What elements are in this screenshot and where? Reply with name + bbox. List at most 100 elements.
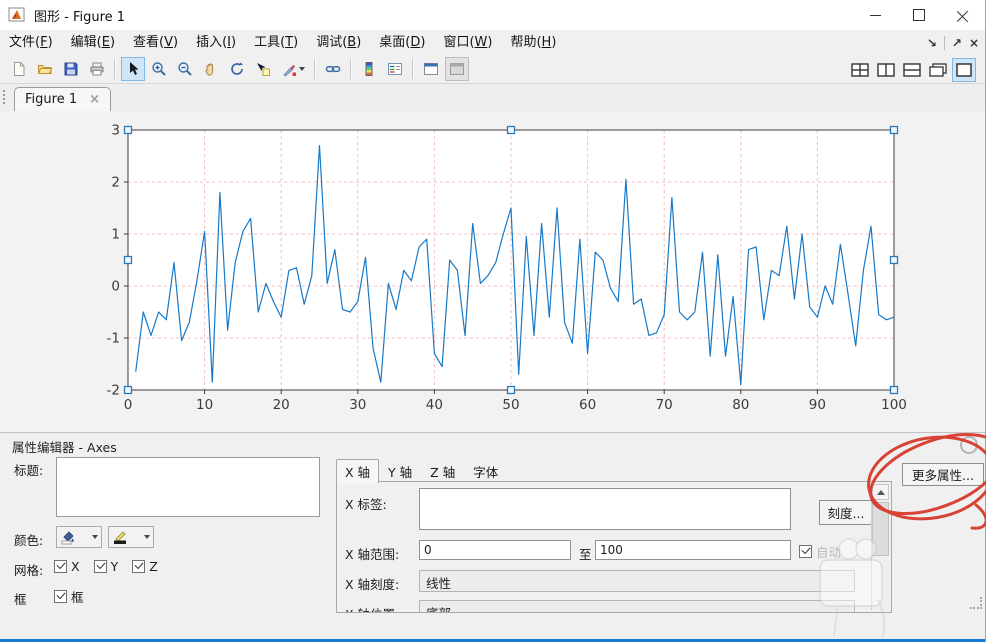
matlab-figure-icon	[8, 7, 26, 23]
grid-label: 网格:	[14, 563, 44, 578]
selection-handle[interactable]	[889, 255, 899, 265]
layout-columns-button[interactable]	[874, 58, 898, 82]
axes-plot[interactable]: 0 10 20 30 40 50 60 70 80 90 100 -2 -1 0 1 2 3	[0, 111, 986, 432]
menu-window[interactable]: 窗口(W)	[434, 30, 501, 55]
title-bar[interactable]: 图形 - Figure 1	[0, 0, 985, 30]
scrollbar-thumb[interactable]	[872, 502, 889, 556]
more-properties-button[interactable]: 更多属性...	[902, 463, 984, 486]
layout-rows-button[interactable]	[900, 58, 924, 82]
tab-close-icon[interactable]: ×	[89, 93, 100, 106]
menu-insert[interactable]: 插入(I)	[187, 30, 245, 55]
selection-handle[interactable]	[506, 385, 516, 395]
tab-y-axis[interactable]: Y 轴	[379, 459, 421, 483]
menu-edit[interactable]: 编辑(E)	[62, 30, 124, 55]
checkbox-checked-icon[interactable]	[54, 560, 67, 573]
grid-checkbox-x[interactable]: X	[54, 559, 80, 574]
close-button[interactable]	[941, 0, 985, 30]
brush-dropdown-icon[interactable]	[299, 67, 305, 71]
close-figure-icon[interactable]: ×	[969, 36, 979, 50]
checkbox-checked-icon[interactable]	[799, 545, 812, 558]
print-figure-icon	[90, 62, 104, 76]
scroll-up-icon[interactable]	[872, 484, 889, 500]
panel-circle-icon	[960, 436, 978, 454]
data-cursor-icon	[257, 63, 270, 76]
pan-hand-button[interactable]	[199, 57, 223, 81]
tabbar-grip[interactable]	[3, 90, 8, 104]
x-tick-label: 10	[196, 397, 213, 413]
x-position-label: X 轴位置:	[345, 604, 399, 612]
layout-cascade-button[interactable]	[926, 58, 950, 82]
x-range-from-input[interactable]	[419, 540, 571, 560]
selection-handle[interactable]	[123, 385, 133, 395]
link-plot-button[interactable]	[321, 57, 345, 81]
grid-checkbox-z[interactable]: Z	[132, 559, 158, 574]
checkbox-checked-icon[interactable]	[132, 560, 146, 573]
auto-range-checkbox[interactable]: 自动	[799, 542, 841, 561]
menu-view[interactable]: 查看(V)	[124, 30, 187, 55]
maximize-button[interactable]	[897, 0, 941, 30]
show-plot-tools-button[interactable]	[419, 57, 443, 81]
paint-bucket-icon	[61, 531, 74, 545]
selection-handle[interactable]	[123, 255, 133, 265]
save-figure-button[interactable]	[59, 57, 83, 81]
selection-handle[interactable]	[123, 125, 133, 135]
x-position-dropdown[interactable]: 底部	[419, 600, 855, 612]
fill-color-picker-button[interactable]	[56, 526, 102, 548]
zoom-out-button[interactable]	[173, 57, 197, 81]
y-tick-label: -2	[107, 383, 120, 399]
insert-colorbar-button[interactable]	[357, 57, 381, 81]
selection-handle[interactable]	[889, 125, 899, 135]
tab-z-axis[interactable]: Z 轴	[421, 459, 464, 483]
print-figure-button[interactable]	[85, 57, 109, 81]
x-tick-label: 80	[732, 397, 749, 413]
menu-file[interactable]: 文件(F)	[0, 30, 62, 55]
x-tick-label: 40	[426, 397, 443, 413]
line-color-picker-button[interactable]	[108, 526, 154, 548]
menu-tools[interactable]: 工具(T)	[245, 30, 307, 55]
x-label-label: X 标签:	[345, 497, 387, 512]
hide-plot-tools-button[interactable]	[445, 57, 469, 81]
insert-legend-button[interactable]	[383, 57, 407, 81]
tab-font[interactable]: 字体	[464, 459, 507, 483]
box-checkbox[interactable]: 框	[54, 587, 84, 606]
title-input[interactable]	[56, 457, 320, 517]
menu-help[interactable]: 帮助(H)	[501, 30, 565, 55]
selection-handle[interactable]	[506, 125, 516, 135]
panel-scrollbar[interactable]	[871, 484, 889, 610]
brush-data-button[interactable]	[277, 57, 309, 81]
checkbox-checked-icon[interactable]	[54, 590, 67, 603]
ticks-button[interactable]: 刻度...	[819, 500, 873, 525]
x-scale-dropdown[interactable]: 线性	[419, 570, 855, 592]
zoom-in-button[interactable]	[147, 57, 171, 81]
layout-grid-button[interactable]	[848, 58, 872, 82]
figure-canvas[interactable]: 0 10 20 30 40 50 60 70 80 90 100 -2 -1 0 1 2 3	[0, 111, 985, 432]
pointer-tool-button[interactable]	[121, 57, 145, 81]
x-tick-label: 20	[273, 397, 290, 413]
color-label: 颜色:	[14, 533, 44, 548]
layout-single-button[interactable]	[952, 57, 976, 82]
x-range-to-input[interactable]	[595, 540, 791, 560]
undock-figure-icon[interactable]: ↗	[952, 36, 962, 50]
tab-x-axis[interactable]: X 轴	[336, 459, 380, 483]
rotate-3d-button[interactable]	[225, 57, 249, 81]
link-plot-icon	[325, 66, 341, 73]
minimize-button[interactable]	[853, 0, 897, 30]
new-figure-button[interactable]	[7, 57, 31, 81]
data-cursor-button[interactable]	[251, 57, 275, 81]
x-label-input[interactable]	[419, 488, 791, 530]
selection-handle[interactable]	[889, 385, 899, 395]
open-file-button[interactable]	[33, 57, 57, 81]
x-tick-label: 60	[579, 397, 596, 413]
dock-figure-icon[interactable]: ↘	[927, 36, 937, 50]
checkbox-label: Z	[149, 559, 158, 574]
checkbox-checked-icon[interactable]	[93, 560, 107, 573]
menu-debug[interactable]: 调试(B)	[307, 30, 370, 55]
menu-desktop[interactable]: 桌面(D)	[370, 30, 434, 55]
grid-checkbox-y[interactable]: Y	[93, 559, 118, 574]
brush-data-icon	[283, 65, 296, 77]
resize-grip[interactable]	[970, 597, 982, 609]
layout-columns-icon	[877, 62, 895, 77]
tab-figure-1[interactable]: Figure 1 ×	[14, 87, 112, 111]
property-editor-panel: 属性编辑器 - Axes 标题: 颜色: 网格: X Y Z 框 框 X 轴Y 轴Z…	[0, 432, 985, 615]
close-icon	[957, 9, 969, 21]
